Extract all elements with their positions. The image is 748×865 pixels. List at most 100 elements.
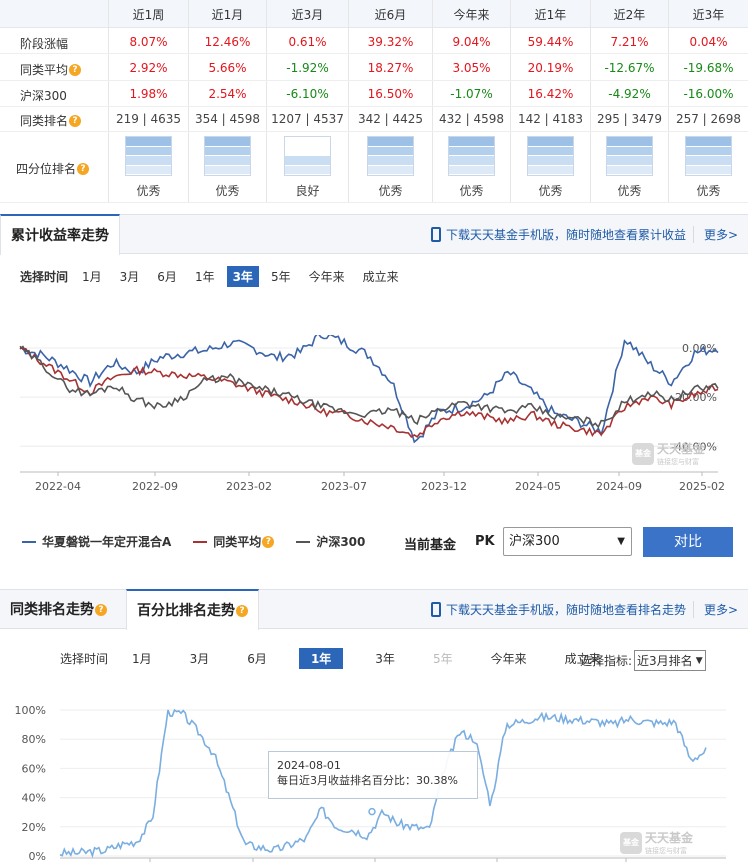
- time-option[interactable]: 3年: [226, 266, 259, 287]
- table-cell: -4.92%: [608, 87, 651, 101]
- table-cell: 3.05%: [452, 61, 491, 75]
- phone-icon: [431, 227, 441, 242]
- table-cell: 0.04%: [689, 35, 728, 49]
- tab-percentile-rank-trend[interactable]: 百分比排名走势?: [126, 589, 259, 630]
- x-tick-label: 2023-12: [421, 480, 467, 493]
- indicator-label: 选择指标:: [580, 654, 633, 668]
- quartile-segment: [448, 146, 494, 156]
- y-tick-label: 0.00%: [682, 342, 717, 355]
- quartile-segment: [685, 165, 731, 175]
- chevron-down-icon: ▼: [695, 655, 703, 666]
- download-app-link[interactable]: 下载天天基金手机版，随时随地查看排名走势: [431, 601, 686, 618]
- table-cell: 16.42%: [527, 87, 574, 101]
- quartile-segment: [527, 165, 573, 175]
- time-option[interactable]: 6月: [151, 266, 183, 287]
- quartile-segment: [367, 165, 413, 175]
- row-divider: [0, 53, 748, 54]
- quartile-bar: [605, 136, 653, 176]
- table-cell: -16.00%: [683, 87, 734, 101]
- time-selector-label: 选择时间: [20, 270, 69, 284]
- legend-label: 同类平均: [213, 535, 262, 549]
- period-column: 近1周 8.07% 2.92% 1.98% 219 | 4635 优秀: [108, 0, 188, 203]
- help-icon[interactable]: ?: [77, 162, 90, 175]
- time-option[interactable]: 1年: [298, 648, 344, 669]
- period-column: 近2年 7.21% -12.67% -4.92% 295 | 3479 优秀: [590, 0, 668, 203]
- table-cell: -6.10%: [286, 87, 329, 101]
- x-tick-label: 2023-07: [321, 480, 367, 493]
- period-header: 近3年: [692, 8, 725, 22]
- quartile-bar: [366, 136, 414, 176]
- time-selector: 选择时间 1月 3月 6月 1年 3年 5年 今年来 成立来: [20, 266, 411, 287]
- quartile-bar: [447, 136, 495, 176]
- row-divider: [0, 202, 748, 203]
- quartile-segment: [685, 156, 731, 166]
- pk-compare-select[interactable]: 沪深300 ▼: [503, 527, 632, 556]
- time-option[interactable]: 3月: [184, 648, 216, 669]
- help-icon[interactable]: ?: [69, 63, 82, 76]
- legend-swatch: [22, 540, 36, 543]
- row-label: 阶段涨幅: [20, 35, 68, 52]
- y-tick-label: 40%: [22, 792, 46, 805]
- time-option[interactable]: 今年来: [485, 648, 533, 669]
- tooltip-date: 2024-08-01: [277, 759, 341, 772]
- quartile-segment: [125, 165, 171, 175]
- row-label-text: 四分位排名: [16, 162, 77, 176]
- table-cell: 142 | 4183: [517, 112, 584, 126]
- compare-button[interactable]: 对比: [643, 527, 733, 557]
- more-link[interactable]: 更多>: [692, 226, 738, 243]
- row-divider: [0, 80, 748, 81]
- table-cell: 295 | 3479: [596, 112, 663, 126]
- period-header: 近2年: [613, 8, 646, 22]
- indicator-select[interactable]: 近3月排名 ▼: [634, 650, 706, 671]
- quartile-bar: [283, 136, 331, 176]
- time-option[interactable]: 1月: [76, 266, 108, 287]
- table-cell: 2.54%: [208, 87, 247, 101]
- chevron-down-icon: ▼: [617, 536, 625, 547]
- y-tick-label: 100%: [15, 704, 46, 717]
- row-divider: [0, 131, 748, 132]
- time-option[interactable]: 今年来: [303, 266, 351, 287]
- table-cell: 7.21%: [610, 35, 649, 49]
- quartile-text: 优秀: [136, 184, 161, 198]
- quartile-text: 优秀: [538, 184, 563, 198]
- watermark-logo: 基金 天天基金 链接您与财富: [632, 440, 705, 467]
- x-tick-label: 2022-09: [132, 480, 178, 493]
- y-tick-label: 20%: [22, 821, 46, 834]
- more-link[interactable]: 更多>: [692, 601, 738, 618]
- quartile-text: 优秀: [378, 184, 403, 198]
- table-cell: 8.07%: [129, 35, 168, 49]
- time-selector-label: 选择时间: [60, 652, 109, 666]
- tab-peer-rank-trend[interactable]: 同类排名走势?: [0, 589, 117, 630]
- time-option[interactable]: 成立来: [357, 266, 405, 287]
- x-tick-label: 2023-02: [226, 480, 272, 493]
- period-column: 近1月 12.46% 5.66% 2.54% 354 | 4598 优秀: [188, 0, 266, 203]
- legend-item[interactable]: 同类平均?: [193, 533, 275, 550]
- tooltip-point: [368, 807, 376, 816]
- quartile-segment: [204, 146, 250, 156]
- tab-percentile-label: 百分比排名走势: [137, 602, 235, 619]
- table-cell: 9.04%: [452, 35, 491, 49]
- watermark-logo-icon: 基金: [620, 831, 642, 854]
- tab-cumulative-return[interactable]: 累计收益率走势: [0, 214, 120, 255]
- period-column: 近6月 39.32% 18.27% 16.50% 342 | 4425 优秀: [348, 0, 432, 203]
- time-option[interactable]: 3年: [369, 648, 401, 669]
- legend-item[interactable]: 华夏磐锐一年定开混合A: [22, 533, 171, 550]
- quartile-segment: [367, 146, 413, 156]
- cumulative-return-header: 累计收益率走势 下载天天基金手机版，随时随地查看累计收益 更多>: [0, 214, 748, 255]
- row-label: 沪深300: [20, 87, 67, 104]
- legend-item[interactable]: 沪深300: [296, 533, 365, 550]
- table-cell: 39.32%: [367, 35, 414, 49]
- current-fund-label: 当前基金: [404, 538, 457, 553]
- help-icon[interactable]: ?: [69, 114, 82, 127]
- time-option[interactable]: 5年: [427, 648, 459, 669]
- time-option[interactable]: 5年: [265, 266, 297, 287]
- quartile-segment: [284, 165, 330, 175]
- phone-icon: [431, 602, 441, 617]
- time-option[interactable]: 1月: [126, 648, 158, 669]
- time-option[interactable]: 3月: [114, 266, 146, 287]
- download-app-link[interactable]: 下载天天基金手机版，随时随地查看累计收益: [431, 226, 686, 243]
- watermark-logo: 基金 天天基金 链接您与财富: [620, 829, 693, 856]
- time-option[interactable]: 6月: [241, 648, 273, 669]
- quartile-segment: [284, 146, 330, 156]
- time-option[interactable]: 1年: [189, 266, 221, 287]
